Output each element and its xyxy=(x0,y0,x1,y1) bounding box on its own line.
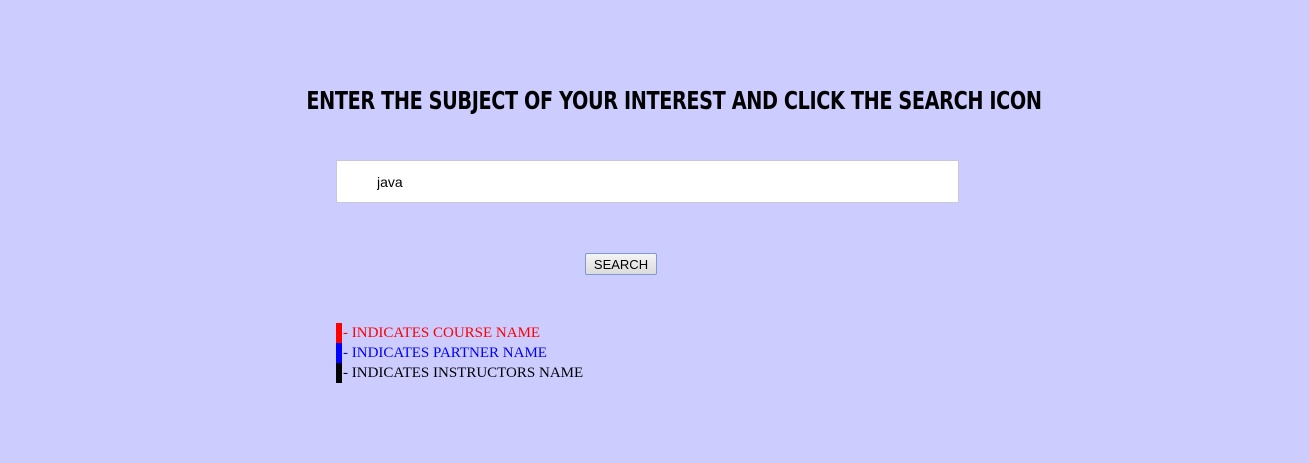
partner-color-swatch xyxy=(336,343,342,363)
search-button[interactable]: SEARCH xyxy=(585,253,657,275)
legend-label-instructor: - INDICATES INSTRUCTORS NAME xyxy=(343,364,584,381)
course-color-swatch xyxy=(336,323,342,343)
legend-label-partner: - INDICATES PARTNER NAME xyxy=(343,344,547,361)
legend-item-course: - INDICATES COURSE NAME xyxy=(336,323,583,343)
search-input[interactable] xyxy=(336,160,959,203)
legend-item-instructor: - INDICATES INSTRUCTORS NAME xyxy=(336,363,583,383)
page-heading: ENTER THE SUBJECT OF YOUR INTEREST AND C… xyxy=(306,86,1042,115)
color-legend: - INDICATES COURSE NAME - INDICATES PART… xyxy=(336,323,583,383)
legend-item-partner: - INDICATES PARTNER NAME xyxy=(336,343,583,363)
instructor-color-swatch xyxy=(336,363,342,383)
legend-label-course: - INDICATES COURSE NAME xyxy=(343,324,541,341)
